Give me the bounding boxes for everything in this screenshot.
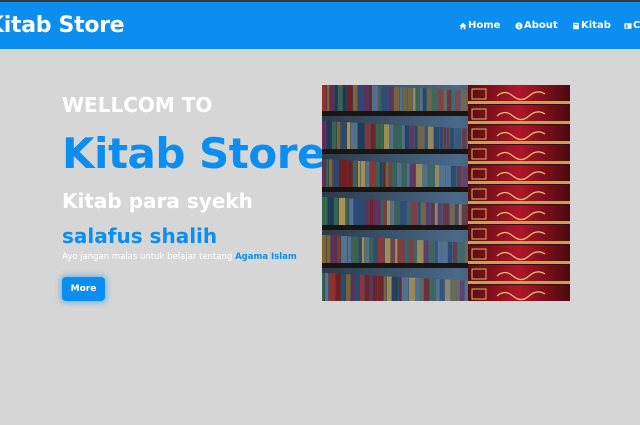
nav-item-kitab[interactable]: Kitab: [572, 20, 611, 31]
contact-card-icon: [624, 22, 632, 30]
nav-item-label: Co: [633, 20, 640, 31]
nav-item-label: About: [524, 20, 558, 31]
more-button[interactable]: More: [62, 277, 105, 301]
hero-description: Ayo jangan malas untuk belajar tentang A…: [62, 252, 297, 262]
info-icon: [515, 21, 523, 30]
brand-logo[interactable]: Kitab Store: [0, 13, 125, 38]
hero-welcome-text: WELLCOM TO: [62, 93, 213, 117]
book-icon: [572, 22, 580, 30]
hero-bookshelf-image: [322, 85, 570, 301]
nav-item-label: Home: [468, 20, 501, 31]
hero-description-highlight: Agama Islam: [235, 252, 297, 262]
nav-item-label: Kitab: [581, 20, 611, 31]
navbar: Kitab Store Home About Kitab Co: [0, 2, 640, 49]
hero-description-text: Ayo jangan malas untuk belajar tentang: [62, 252, 236, 262]
hero-subtitle: Kitab para syekh: [62, 189, 253, 213]
nav-item-home[interactable]: Home: [459, 20, 500, 31]
nav-item-about[interactable]: About: [515, 20, 558, 31]
home-icon: [459, 22, 467, 30]
nav-item-contact[interactable]: Co: [624, 20, 640, 31]
hero-subtitle-accent: salafus shalih: [62, 224, 218, 248]
hero-title: Kitab Store: [62, 129, 325, 178]
